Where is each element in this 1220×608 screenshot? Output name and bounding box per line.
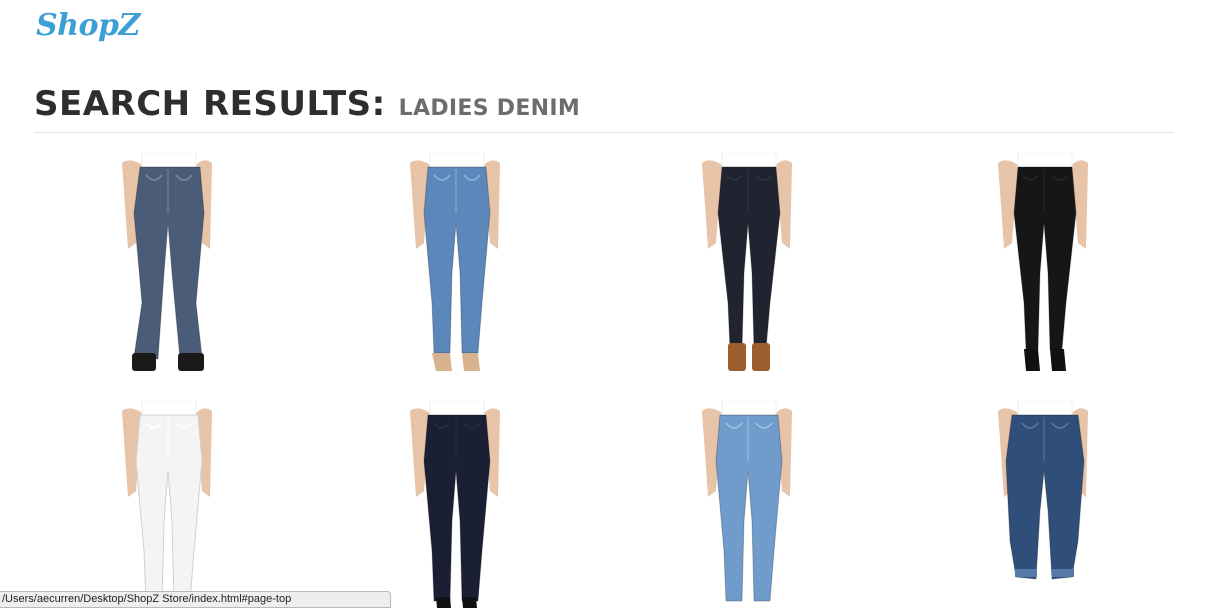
product-card[interactable]	[380, 401, 530, 608]
product-card[interactable]	[968, 401, 1118, 608]
product-card[interactable]	[968, 153, 1118, 377]
search-results-label: SEARCH RESULTS:	[34, 84, 386, 124]
product-image[interactable]	[92, 153, 242, 377]
product-image[interactable]	[672, 153, 822, 377]
page: ShopZ SEARCH RESULTS: LADIES DENIM /User…	[0, 0, 1220, 608]
product-card[interactable]	[92, 401, 242, 608]
browser-status-bar: /Users/aecurren/Desktop/ShopZ Store/inde…	[0, 591, 391, 608]
product-image[interactable]	[968, 153, 1118, 377]
page-title: SEARCH RESULTS: LADIES DENIM	[34, 84, 580, 124]
search-query: LADIES DENIM	[398, 96, 581, 121]
product-image[interactable]	[672, 401, 822, 608]
product-image[interactable]	[380, 153, 530, 377]
product-image[interactable]	[92, 401, 242, 608]
product-card[interactable]	[672, 153, 822, 377]
heading-divider	[34, 132, 1174, 133]
product-card[interactable]	[92, 153, 242, 377]
product-image[interactable]	[968, 401, 1118, 608]
product-card[interactable]	[672, 401, 822, 608]
product-image[interactable]	[380, 401, 530, 608]
shopz-logo[interactable]: ShopZ	[36, 8, 140, 43]
product-card[interactable]	[380, 153, 530, 377]
